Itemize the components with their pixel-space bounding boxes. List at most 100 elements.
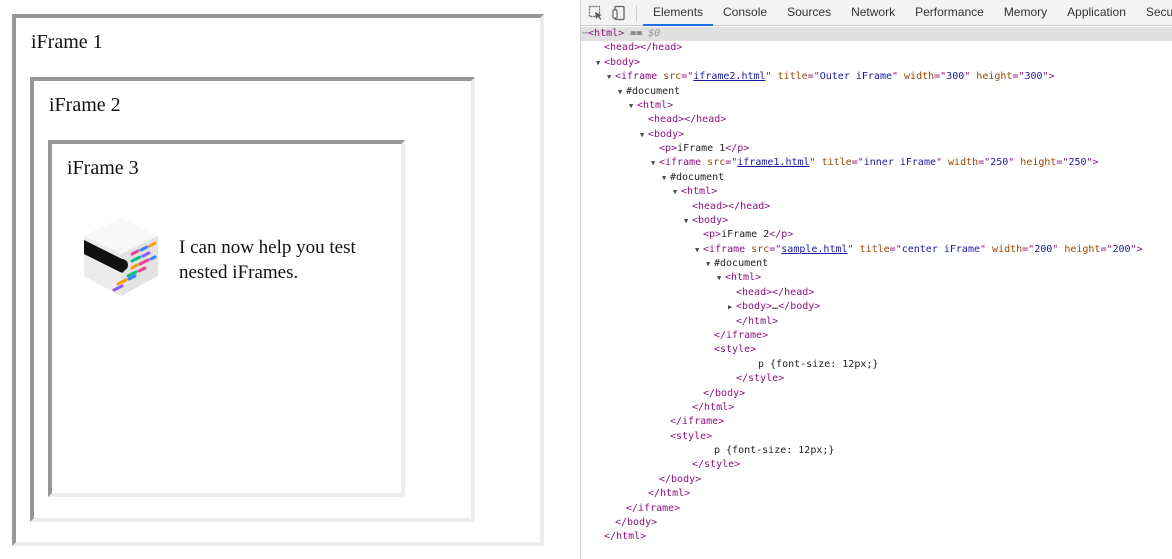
dom-tree-node[interactable]: ⋯<html> == $0 [581,27,1172,41]
dom-token: </html> [604,531,647,543]
expand-triangle-open-icon[interactable]: ▼ [629,99,637,113]
dom-tree-node[interactable]: </style> [581,458,1172,472]
resource-link[interactable]: iframe1.html [737,157,809,168]
dom-token: " [1008,157,1021,169]
dom-tree-node[interactable]: ▼ <body> [581,128,1172,142]
dom-tree-node[interactable]: <head></head> [581,41,1172,55]
dom-tree-node[interactable]: </body> [581,473,1172,487]
dom-token: center iFrame [901,243,980,255]
dom-token: " [891,71,905,83]
dom-token: " [765,71,778,83]
dom-tree-node[interactable]: <head></head> [581,286,1172,300]
dom-token: " [935,157,949,169]
dom-tree-node[interactable]: ▼ <iframe src="iframe2.html" title="Outer… [581,70,1172,84]
dom-tree-node[interactable]: <style> [581,430,1172,444]
tab-sources[interactable]: Sources [777,0,841,26]
dom-tree-node[interactable]: </body> [581,516,1172,530]
tab-performance[interactable]: Performance [905,0,994,26]
tab-memory[interactable]: Memory [994,0,1057,26]
iframe-inner[interactable]: iFrame 2 iFrame 3 I can now help you tes… [30,77,475,522]
dom-tree-node[interactable]: </iframe> [581,502,1172,516]
dom-tree-node[interactable]: ▼ <html> [581,271,1172,285]
dom-tree-node[interactable]: p {font-size: 12px;} [581,444,1172,458]
dom-token: <iframe [659,157,708,169]
tab-console[interactable]: Console [713,0,777,26]
dom-tree-node[interactable]: </html> [581,530,1172,544]
dom-token: src [663,71,682,83]
dom-tree-node[interactable]: <p>iFrame 1</p> [581,142,1172,156]
expand-triangle-open-icon[interactable]: ▼ [695,243,703,257]
dom-token: </body> [659,473,702,485]
devtools-tabs: Elements Console Sources Network Performance… [643,0,1172,26]
dom-token: p {font-size: 12px;} [758,358,879,370]
cube-logo-icon [84,218,158,296]
expand-triangle-closed-icon[interactable]: ▶ [728,300,736,314]
dom-token: width [948,157,979,169]
dom-token: =" [851,157,864,169]
devtools-panel: Elements Console Sources Network Performance… [580,0,1172,559]
dom-tree-node[interactable]: ▼ #document [581,257,1172,271]
expand-triangle-open-icon[interactable]: ▼ [651,156,659,170]
dom-tree-node[interactable]: ▼ #document [581,171,1172,185]
dom-tree-node[interactable]: </html> [581,315,1172,329]
dom-token: <head></head> [604,42,683,54]
dom-tree-node[interactable]: ▼ <iframe src="sample.html" title="center… [581,243,1172,257]
dom-tree-node[interactable]: </html> [581,401,1172,415]
expand-triangle-open-icon[interactable]: ▼ [618,85,626,99]
dom-tree-node[interactable]: ▼ <html> [581,99,1172,113]
dom-token: </style> [692,459,741,471]
expand-triangle-open-icon[interactable]: ▼ [607,70,615,84]
dom-token: =" [1022,243,1035,255]
dom-token: =" [725,157,738,169]
dom-token: p {font-size: 12px;} [714,445,835,457]
dom-token: </iframe> [626,502,681,514]
dom-token: <iframe [615,71,664,83]
dom-tree-node[interactable]: ▼ <body> [581,56,1172,70]
devtools-toolbar: Elements Console Sources Network Performance… [581,0,1172,26]
dom-token: height [976,71,1013,83]
dom-tree-node[interactable]: ▼ #document [581,85,1172,99]
expand-triangle-open-icon[interactable]: ▼ [596,56,604,70]
dom-token: <html> [637,99,674,111]
dom-token: <html> [588,28,625,39]
expand-triangle-open-icon[interactable]: ▼ [640,128,648,142]
dom-tree-node[interactable]: ▼ <body> [581,214,1172,228]
dom-tree-node[interactable]: </iframe> [581,329,1172,343]
resource-link[interactable]: iframe2.html [693,71,765,82]
dom-tree-node[interactable]: </iframe> [581,415,1172,429]
expand-triangle-open-icon[interactable]: ▼ [684,214,692,228]
inspect-element-icon[interactable] [588,5,604,21]
device-toolbar-icon[interactable] [612,5,628,21]
expand-triangle-open-icon[interactable]: ▼ [673,185,681,199]
dom-tree-node[interactable]: <head></head> [581,200,1172,214]
dom-token: iFrame 1 [677,143,726,155]
dom-tree-node[interactable]: <style> [581,343,1172,357]
dom-tree-node[interactable]: <head></head> [581,113,1172,127]
dom-tree-node[interactable]: </html> [581,487,1172,501]
dom-token: =" [1012,71,1025,83]
tab-application[interactable]: Application [1057,0,1136,26]
iframe-center[interactable]: iFrame 3 I can now help you test nested … [48,140,405,497]
tab-security[interactable]: Security [1136,0,1172,26]
dom-token: $0 [648,28,661,39]
dom-token: 250 [1068,157,1087,169]
tab-elements[interactable]: Elements [643,0,714,26]
dom-tree-node[interactable]: ▼ <html> [581,185,1172,199]
iframe-outer[interactable]: iFrame 1 iFrame 2 iFrame 3 I can now hel… [12,14,544,546]
dom-token: 200 [1034,243,1053,255]
dom-tree-node[interactable]: </style> [581,372,1172,386]
tab-network[interactable]: Network [841,0,905,26]
dom-token: <style> [714,344,757,356]
dom-tree-node[interactable]: p {font-size: 12px;} [581,358,1172,372]
expand-triangle-open-icon[interactable]: ▼ [717,271,725,285]
dom-tree-node[interactable]: ▼ <iframe src="iframe1.html" title="inner… [581,156,1172,170]
expand-triangle-open-icon[interactable]: ▼ [662,171,670,185]
dom-token: title [777,71,808,83]
dom-tree-node[interactable]: ▶ <body>…</body> [581,300,1172,314]
dom-token: #document [714,258,769,270]
dom-tree-node[interactable]: <p>iFrame 2</p> [581,228,1172,242]
dom-tree-node[interactable]: </body> [581,387,1172,401]
dom-token: =" [681,71,694,83]
expand-triangle-open-icon[interactable]: ▼ [706,257,714,271]
resource-link[interactable]: sample.html [781,244,847,255]
